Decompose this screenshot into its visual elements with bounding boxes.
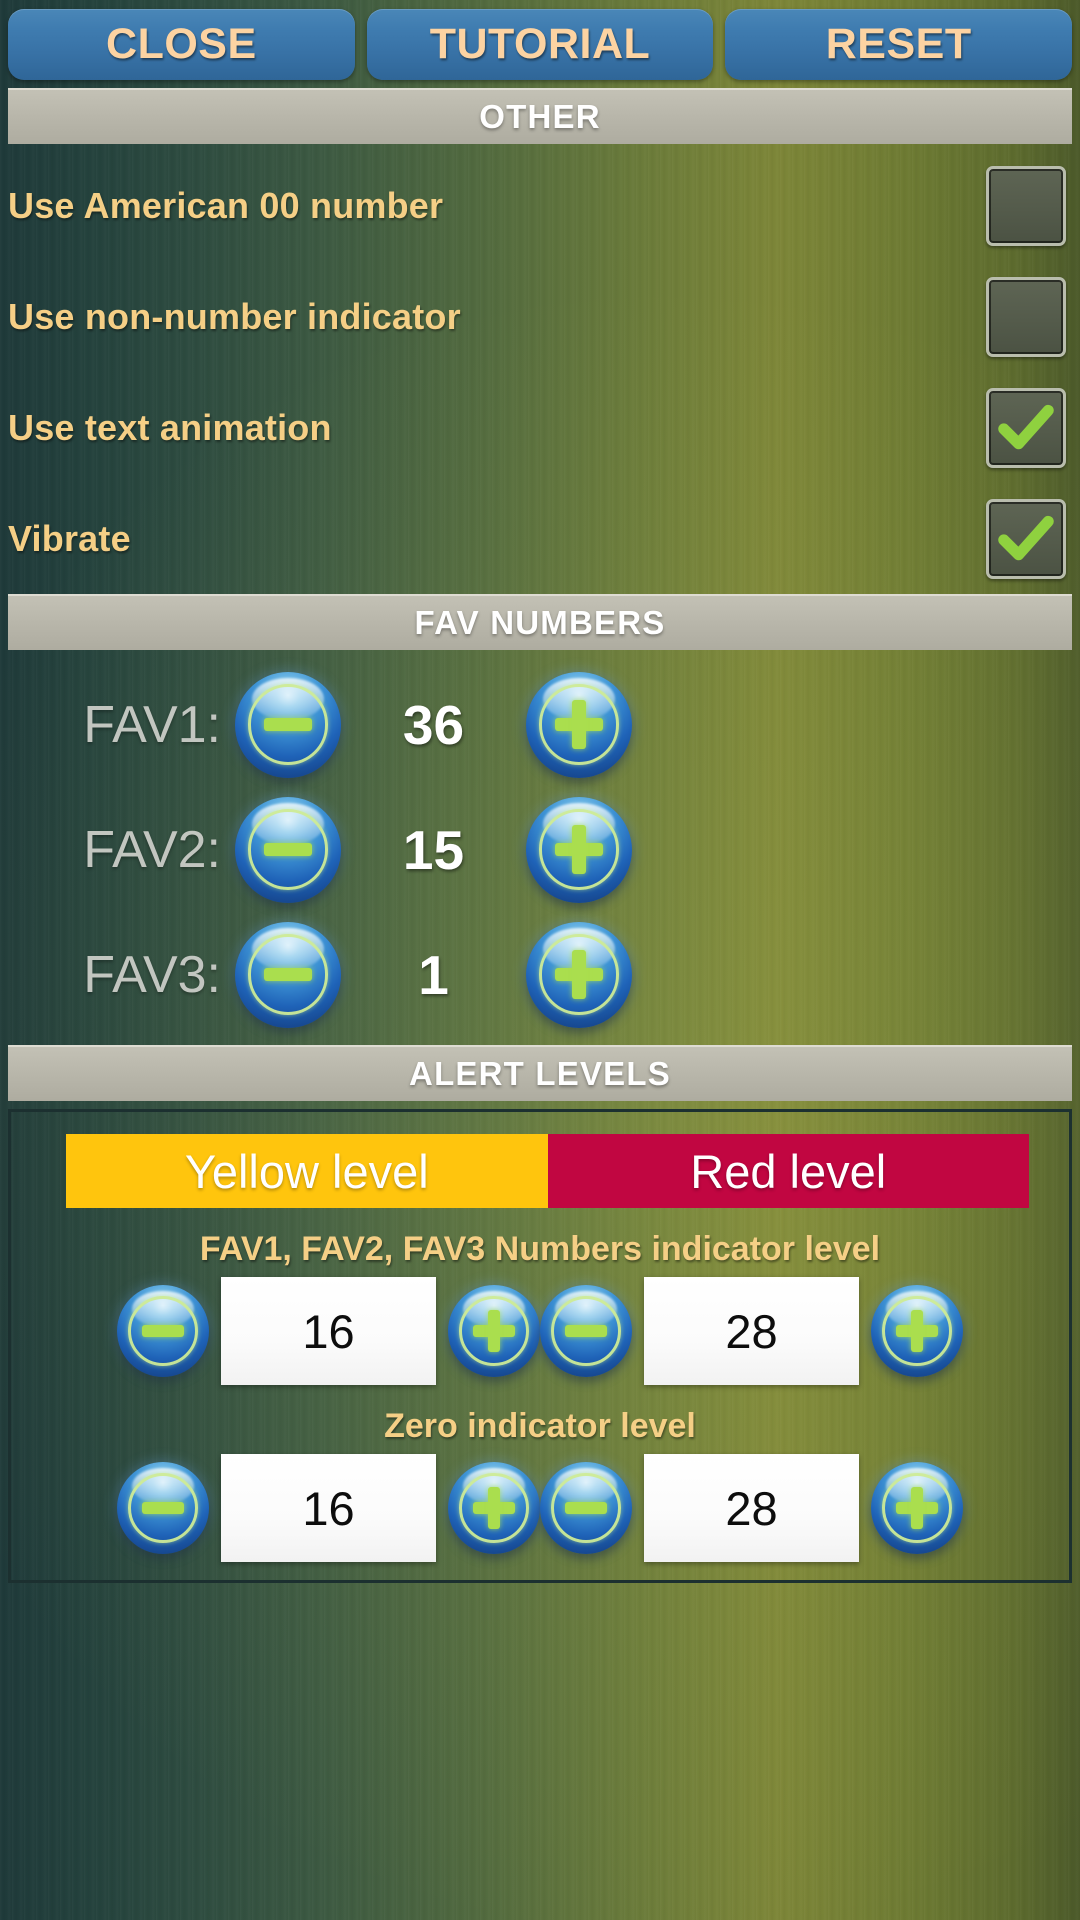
option-row-vibrate[interactable]: Vibrate <box>0 483 1080 594</box>
checkbox-vibrate[interactable] <box>986 498 1066 579</box>
alert-level-tabs: Yellow level Red level <box>66 1134 1029 1208</box>
fav3-decrement-button[interactable] <box>235 921 341 1028</box>
option-label: Use text animation <box>8 406 332 448</box>
minus-icon <box>235 797 341 903</box>
fav-numbers-yellow-stepper: 16 <box>117 1277 540 1385</box>
tab-red-level[interactable]: Red level <box>547 1134 1029 1208</box>
fav1-decrement-button[interactable] <box>235 671 341 778</box>
fav-numbers-yellow-increment-button[interactable] <box>448 1285 540 1377</box>
zero-indicator-red-increment-button[interactable] <box>871 1462 963 1554</box>
fav1-label: FAV1: <box>83 695 221 754</box>
checkbox-use-non-number-indicator[interactable] <box>986 276 1066 357</box>
other-options-list: Use American 00 number Use non-number in… <box>0 144 1080 594</box>
reset-button[interactable]: RESET <box>725 9 1073 80</box>
fav3-value: 1 <box>418 943 449 1006</box>
zero-indicator-yellow-decrement-button[interactable] <box>117 1462 209 1554</box>
fav2-decrement-button[interactable] <box>235 796 341 903</box>
fav-numbers-yellow-value-input[interactable]: 16 <box>221 1277 436 1385</box>
fav2-increment-button[interactable] <box>526 796 632 903</box>
zero-indicator-yellow-value-input[interactable]: 16 <box>221 1454 436 1562</box>
checkbox-use-text-animation[interactable] <box>986 387 1066 468</box>
fav-numbers-indicator-level-title: FAV1, FAV2, FAV3 Numbers indicator level <box>199 1230 881 1268</box>
zero-indicator-yellow-increment-button[interactable] <box>448 1462 540 1554</box>
fav1-increment-button[interactable] <box>526 671 632 778</box>
fav2-value: 15 <box>402 818 465 881</box>
section-header-other: OTHER <box>8 88 1072 144</box>
minus-icon <box>235 922 341 1028</box>
plus-icon <box>526 797 632 903</box>
minus-icon <box>540 1462 632 1554</box>
fav3-label: FAV3: <box>83 945 221 1004</box>
tutorial-button[interactable]: TUTORIAL <box>366 9 714 80</box>
fav-numbers-list: FAV1: 36 FAV2: 15 FAV3: 1 <box>0 650 1080 1045</box>
fav-numbers-indicator-level-steppers: 16 28 <box>11 1277 1069 1385</box>
tab-yellow-level[interactable]: Yellow level <box>66 1134 548 1208</box>
plus-icon <box>526 672 632 778</box>
fav-numbers-red-decrement-button[interactable] <box>540 1285 632 1377</box>
alert-levels-panel: Yellow level Red level FAV1, FAV2, FAV3 … <box>8 1109 1072 1583</box>
fav-row-2: FAV2: 15 <box>0 787 1080 912</box>
plus-icon <box>871 1285 963 1377</box>
zero-indicator-red-value-input[interactable]: 28 <box>644 1454 859 1562</box>
fav-numbers-red-value-input[interactable]: 28 <box>644 1277 859 1385</box>
fav1-value: 36 <box>402 693 465 756</box>
option-row-use-non-number-indicator[interactable]: Use non-number indicator <box>0 261 1080 372</box>
minus-icon <box>117 1285 209 1377</box>
zero-indicator-red-stepper: 28 <box>540 1454 963 1562</box>
fav-row-3: FAV3: 1 <box>0 912 1080 1037</box>
minus-icon <box>540 1285 632 1377</box>
top-button-bar: CLOSE TUTORIAL RESET <box>0 0 1080 88</box>
minus-icon <box>117 1462 209 1554</box>
section-header-fav-numbers: FAV NUMBERS <box>8 594 1072 650</box>
fav2-label: FAV2: <box>83 820 221 879</box>
zero-indicator-red-decrement-button[interactable] <box>540 1462 632 1554</box>
minus-icon <box>235 672 341 778</box>
option-label: Vibrate <box>8 517 131 559</box>
check-icon <box>989 391 1063 465</box>
fav-numbers-red-increment-button[interactable] <box>871 1285 963 1377</box>
fav-row-1: FAV1: 36 <box>0 662 1080 787</box>
section-header-alert-levels: ALERT LEVELS <box>8 1045 1072 1101</box>
plus-icon <box>526 922 632 1028</box>
zero-indicator-level-steppers: 16 28 <box>11 1454 1069 1562</box>
fav3-increment-button[interactable] <box>526 921 632 1028</box>
zero-indicator-level-title: Zero indicator level <box>384 1407 696 1445</box>
plus-icon <box>448 1462 540 1554</box>
close-button[interactable]: CLOSE <box>8 9 355 80</box>
plus-icon <box>871 1462 963 1554</box>
check-icon <box>989 502 1063 576</box>
zero-indicator-yellow-stepper: 16 <box>117 1454 540 1562</box>
option-row-use-american-00-number[interactable]: Use American 00 number <box>0 150 1080 261</box>
option-row-use-text-animation[interactable]: Use text animation <box>0 372 1080 483</box>
fav-numbers-yellow-decrement-button[interactable] <box>117 1285 209 1377</box>
option-label: Use non-number indicator <box>8 295 461 337</box>
plus-icon <box>448 1285 540 1377</box>
checkbox-use-american-00-number[interactable] <box>986 165 1066 246</box>
option-label: Use American 00 number <box>8 184 444 226</box>
fav-numbers-red-stepper: 28 <box>540 1277 963 1385</box>
